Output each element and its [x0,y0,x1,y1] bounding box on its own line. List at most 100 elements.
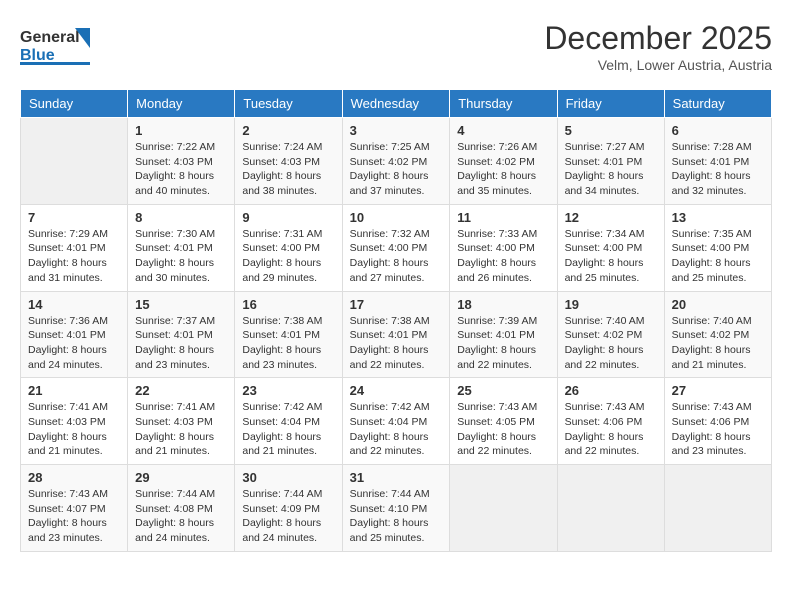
weekday-header-monday: Monday [128,90,235,118]
weekday-header-friday: Friday [557,90,664,118]
header: General Blue December 2025 Velm, Lower A… [20,20,772,73]
calendar-cell [664,465,771,552]
day-number: 4 [457,123,549,138]
svg-text:General: General [20,29,80,46]
day-info: Sunrise: 7:43 AMSunset: 4:05 PMDaylight:… [457,400,549,459]
day-info: Sunrise: 7:40 AMSunset: 4:02 PMDaylight:… [672,314,764,373]
calendar-cell: 13 Sunrise: 7:35 AMSunset: 4:00 PMDayligh… [664,204,771,291]
svg-text:Blue: Blue [20,47,55,64]
weekday-header-sunday: Sunday [21,90,128,118]
calendar-cell: 16 Sunrise: 7:38 AMSunset: 4:01 PMDayligh… [235,291,342,378]
calendar-cell: 25 Sunrise: 7:43 AMSunset: 4:05 PMDayligh… [450,378,557,465]
day-info: Sunrise: 7:44 AMSunset: 4:10 PMDaylight:… [350,487,443,546]
calendar-cell: 17 Sunrise: 7:38 AMSunset: 4:01 PMDayligh… [342,291,450,378]
day-number: 29 [135,470,227,485]
calendar-cell [21,118,128,205]
calendar-cell: 12Sunrise: 7:34 AMSunset: 4:00 PMDayligh… [557,204,664,291]
calendar-cell: 7 Sunrise: 7:29 AMSunset: 4:01 PMDaylight… [21,204,128,291]
calendar-table: SundayMondayTuesdayWednesdayThursdayFrid… [20,89,772,552]
calendar-cell: 30Sunrise: 7:44 AMSunset: 4:09 PMDayligh… [235,465,342,552]
calendar-cell: 23 Sunrise: 7:42 AMSunset: 4:04 PMDayligh… [235,378,342,465]
calendar-cell: 18 Sunrise: 7:39 AMSunset: 4:01 PMDayligh… [450,291,557,378]
day-number: 7 [28,210,120,225]
calendar-cell: 8Sunrise: 7:30 AMSunset: 4:01 PMDaylight… [128,204,235,291]
day-info: Sunrise: 7:39 AMSunset: 4:01 PMDaylight:… [457,314,549,373]
calendar-cell: 6 Sunrise: 7:28 AMSunset: 4:01 PMDaylight… [664,118,771,205]
calendar-cell: 11Sunrise: 7:33 AMSunset: 4:00 PMDayligh… [450,204,557,291]
location: Velm, Lower Austria, Austria [544,57,772,73]
day-info: Sunrise: 7:44 AMSunset: 4:09 PMDaylight:… [242,487,334,546]
day-number: 23 [242,383,334,398]
calendar-cell: 19Sunrise: 7:40 AMSunset: 4:02 PMDayligh… [557,291,664,378]
calendar-cell [450,465,557,552]
day-number: 16 [242,297,334,312]
day-info: Sunrise: 7:43 AMSunset: 4:06 PMDaylight:… [565,400,657,459]
day-info: Sunrise: 7:37 AMSunset: 4:01 PMDaylight:… [135,314,227,373]
day-info: Sunrise: 7:26 AMSunset: 4:02 PMDaylight:… [457,140,549,199]
weekday-header-saturday: Saturday [664,90,771,118]
title-block: December 2025 Velm, Lower Austria, Austr… [544,20,772,73]
day-info: Sunrise: 7:22 AMSunset: 4:03 PMDaylight:… [135,140,227,199]
calendar-cell: 4 Sunrise: 7:26 AMSunset: 4:02 PMDaylight… [450,118,557,205]
day-number: 6 [672,123,764,138]
day-info: Sunrise: 7:38 AMSunset: 4:01 PMDaylight:… [350,314,443,373]
day-info: Sunrise: 7:24 AMSunset: 4:03 PMDaylight:… [242,140,334,199]
day-info: Sunrise: 7:36 AMSunset: 4:01 PMDaylight:… [28,314,120,373]
day-number: 2 [242,123,334,138]
calendar-cell: 29 Sunrise: 7:44 AMSunset: 4:08 PMDayligh… [128,465,235,552]
weekday-header-wednesday: Wednesday [342,90,450,118]
calendar-cell: 20 Sunrise: 7:40 AMSunset: 4:02 PMDayligh… [664,291,771,378]
month-title: December 2025 [544,20,772,57]
day-info: Sunrise: 7:38 AMSunset: 4:01 PMDaylight:… [242,314,334,373]
day-info: Sunrise: 7:44 AMSunset: 4:08 PMDaylight:… [135,487,227,546]
day-info: Sunrise: 7:42 AMSunset: 4:04 PMDaylight:… [350,400,443,459]
weekday-header-tuesday: Tuesday [235,90,342,118]
day-number: 20 [672,297,764,312]
calendar-cell: 9Sunrise: 7:31 AMSunset: 4:00 PMDaylight… [235,204,342,291]
day-info: Sunrise: 7:41 AMSunset: 4:03 PMDaylight:… [28,400,120,459]
day-info: Sunrise: 7:27 AMSunset: 4:01 PMDaylight:… [565,140,657,199]
day-number: 10 [350,210,443,225]
day-number: 28 [28,470,120,485]
day-info: Sunrise: 7:28 AMSunset: 4:01 PMDaylight:… [672,140,764,199]
day-number: 24 [350,383,443,398]
day-number: 9 [242,210,334,225]
day-number: 1 [135,123,227,138]
calendar-cell: 14Sunrise: 7:36 AMSunset: 4:01 PMDayligh… [21,291,128,378]
calendar-cell: 22 Sunrise: 7:41 AMSunset: 4:03 PMDayligh… [128,378,235,465]
calendar-cell: 28 Sunrise: 7:43 AMSunset: 4:07 PMDayligh… [21,465,128,552]
day-info: Sunrise: 7:34 AMSunset: 4:00 PMDaylight:… [565,227,657,286]
day-number: 17 [350,297,443,312]
day-number: 22 [135,383,227,398]
day-info: Sunrise: 7:43 AMSunset: 4:07 PMDaylight:… [28,487,120,546]
day-number: 8 [135,210,227,225]
day-info: Sunrise: 7:29 AMSunset: 4:01 PMDaylight:… [28,227,120,286]
day-number: 27 [672,383,764,398]
day-number: 21 [28,383,120,398]
day-number: 13 [672,210,764,225]
calendar-cell: 3Sunrise: 7:25 AMSunset: 4:02 PMDaylight… [342,118,450,205]
day-number: 26 [565,383,657,398]
day-number: 11 [457,210,549,225]
calendar-cell: 21 Sunrise: 7:41 AMSunset: 4:03 PMDayligh… [21,378,128,465]
day-number: 25 [457,383,549,398]
calendar-cell: 5 Sunrise: 7:27 AMSunset: 4:01 PMDaylight… [557,118,664,205]
calendar-cell [557,465,664,552]
day-number: 5 [565,123,657,138]
calendar-cell: 27 Sunrise: 7:43 AMSunset: 4:06 PMDayligh… [664,378,771,465]
day-info: Sunrise: 7:35 AMSunset: 4:00 PMDaylight:… [672,227,764,286]
day-info: Sunrise: 7:42 AMSunset: 4:04 PMDaylight:… [242,400,334,459]
day-number: 31 [350,470,443,485]
calendar-cell: 24 Sunrise: 7:42 AMSunset: 4:04 PMDayligh… [342,378,450,465]
calendar-cell: 1 Sunrise: 7:22 AMSunset: 4:03 PMDaylight… [128,118,235,205]
day-info: Sunrise: 7:41 AMSunset: 4:03 PMDaylight:… [135,400,227,459]
calendar-cell: 2 Sunrise: 7:24 AMSunset: 4:03 PMDaylight… [235,118,342,205]
weekday-header-row: SundayMondayTuesdayWednesdayThursdayFrid… [21,90,772,118]
day-info: Sunrise: 7:43 AMSunset: 4:06 PMDaylight:… [672,400,764,459]
day-info: Sunrise: 7:32 AMSunset: 4:00 PMDaylight:… [350,227,443,286]
day-info: Sunrise: 7:25 AMSunset: 4:02 PMDaylight:… [350,140,443,199]
weekday-header-thursday: Thursday [450,90,557,118]
calendar-cell: 15Sunrise: 7:37 AMSunset: 4:01 PMDayligh… [128,291,235,378]
day-number: 18 [457,297,549,312]
logo-icon: General Blue [20,20,90,65]
